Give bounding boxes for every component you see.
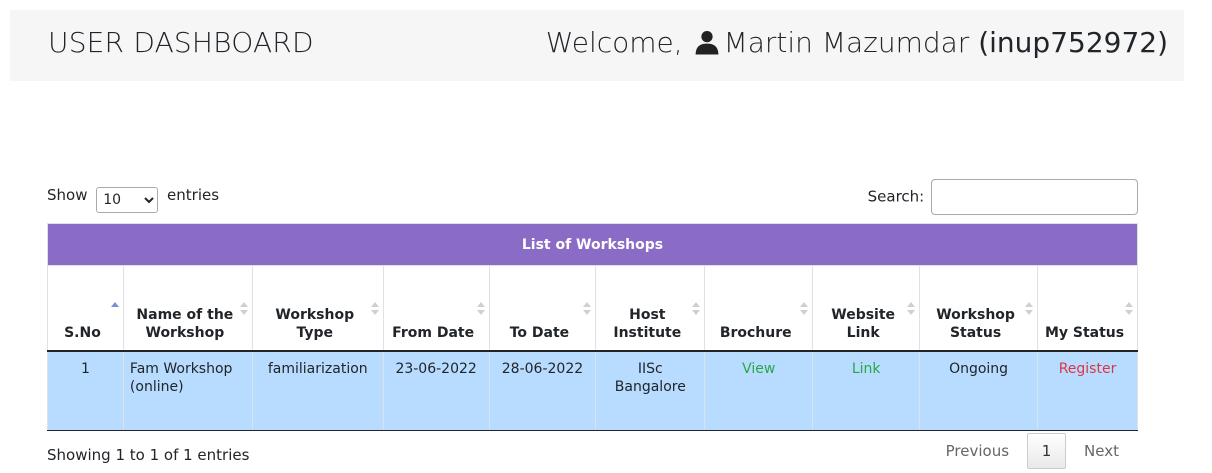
show-label: Show [47,186,88,204]
column-label: Host Institute [613,306,682,341]
table-info: Showing 1 to 1 of 1 entries [47,446,250,464]
column-header-sno[interactable]: S.No [47,265,124,352]
brochure-view-link[interactable]: View [742,361,775,377]
column-header-from-date[interactable]: From Date [382,265,490,352]
cell-workshop-name: Fam Workshop (online) [122,350,253,431]
column-header-name[interactable]: Name of the Workshop [122,265,253,352]
website-link[interactable]: Link [852,361,881,377]
workshops-table: List of Workshops S.No Name of the Works… [47,223,1138,431]
welcome-prefix: Welcome, [545,26,683,59]
register-link[interactable]: Register [1059,361,1117,377]
cell-workshop-status: Ongoing [919,350,1039,431]
user-id: (inup752972) [978,26,1168,59]
sort-icon [370,302,379,316]
page-header: USER DASHBOARD Welcome, Martin Mazumdar … [10,10,1184,81]
column-label: To Date [509,324,570,341]
column-label: From Date [392,324,475,341]
welcome-message: Welcome, Martin Mazumdar (inup752972) [546,26,1168,59]
column-label: S.No [64,324,101,341]
column-header-workshop-status[interactable]: Workshop Status [919,265,1039,352]
sort-icon [1025,302,1034,316]
cell-sno: 1 [47,350,124,431]
cell-from-date: 23-06-2022 [382,350,490,431]
search-control: Search: [868,179,1138,215]
entries-label: entries [167,186,220,204]
sort-icon [583,302,592,316]
search-label: Search: [867,187,925,206]
column-label: Workshop Type [275,306,355,341]
sort-ascending-icon [110,302,119,316]
previous-button[interactable]: Previous [928,442,1027,460]
page-length-control: Show 10 entries [47,186,219,213]
page-button-1[interactable]: 1 [1027,433,1067,469]
cell-website-link: Link [812,350,921,431]
sort-icon [1125,302,1133,316]
sort-icon [800,302,809,316]
column-header-brochure[interactable]: Brochure [704,265,814,352]
user-icon [695,30,718,55]
column-header-type[interactable]: Workshop Type [251,265,384,352]
table-caption: List of Workshops [47,223,1138,266]
column-header-my-status[interactable]: My Status [1037,265,1138,352]
column-header-host-institute[interactable]: Host Institute [595,265,706,352]
search-input[interactable] [931,179,1138,215]
cell-workshop-type: familiarization [251,350,384,431]
table-controls: Show 10 entries Search: [47,179,1138,215]
column-label: My Status [1044,324,1125,341]
sort-icon [692,302,701,316]
column-label: Name of the Workshop [136,306,234,341]
cell-host-institute: IISc Bangalore [595,350,706,431]
pagination: Previous 1 Next [928,433,1137,469]
cell-my-status: Register [1037,350,1138,431]
user-name: Martin Mazumdar [723,26,970,59]
column-label: Brochure [719,324,792,341]
column-header-to-date[interactable]: To Date [488,265,597,352]
column-label: Website Link [831,306,896,341]
sort-icon [476,302,485,316]
cell-to-date: 28-06-2022 [488,350,597,431]
app-title: USER DASHBOARD [48,26,314,59]
cell-brochure: View [704,350,814,431]
sort-icon [239,302,248,316]
sort-icon [907,302,916,316]
column-header-website-link[interactable]: Website Link [812,265,921,352]
column-label: Workshop Status [936,306,1015,341]
table-row: 1 Fam Workshop (online) familiarization … [47,350,1138,431]
page-length-select[interactable]: 10 [96,187,159,213]
next-button[interactable]: Next [1066,442,1137,460]
